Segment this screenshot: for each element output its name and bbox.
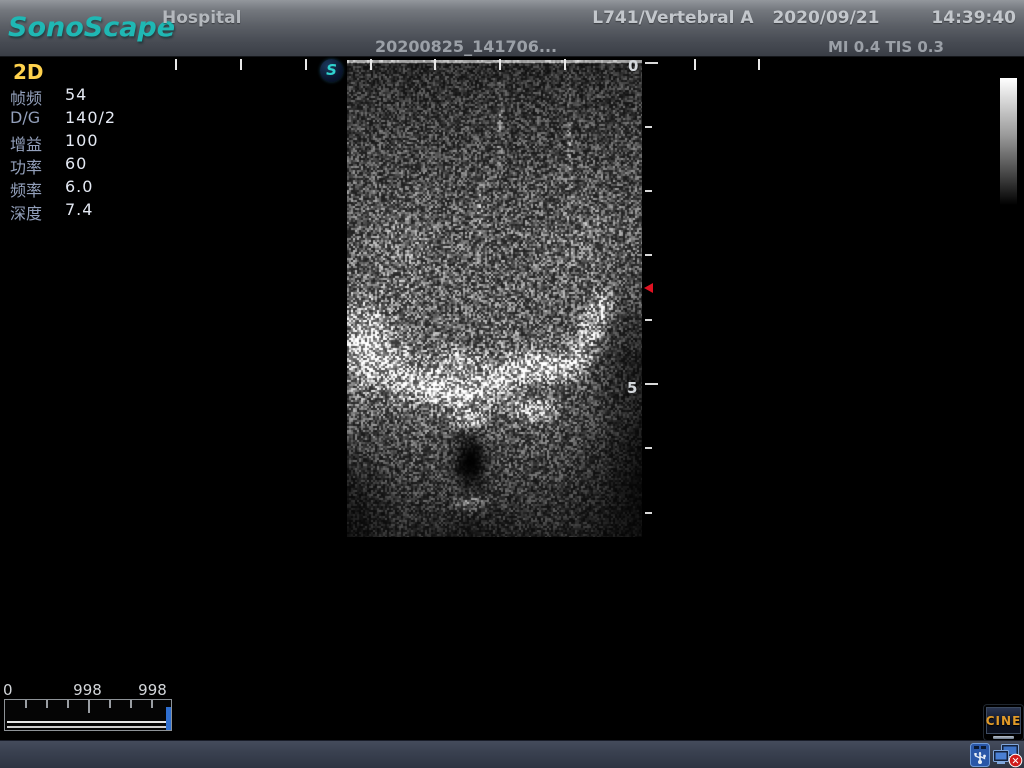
depth-tick [645, 190, 652, 192]
focus-marker-icon [644, 283, 653, 293]
cine-button-screen: CINE [986, 707, 1021, 734]
exam-id: 20200825_141706... [375, 37, 557, 56]
mode-label: 2D [13, 60, 44, 84]
depth-tick [645, 319, 652, 321]
cine-start: 0 [3, 681, 13, 699]
ruler-tick [370, 59, 372, 70]
cine-tick [88, 700, 90, 713]
ruler-tick [694, 59, 696, 70]
exam-date: 2020/09/21 [772, 8, 879, 28]
cine-button[interactable]: CINE [983, 704, 1024, 741]
cine-thumb[interactable] [166, 707, 171, 730]
depth-tick [645, 126, 652, 128]
cine-track [7, 721, 167, 728]
cine-tick [109, 700, 111, 708]
depth-label-0: 0 [628, 57, 638, 75]
header-bar: SonoScape Hospital L741/Vertebral A 2020… [0, 0, 1024, 57]
probe-preset: L741/Vertebral A [592, 8, 753, 28]
ruler-tick [305, 59, 307, 70]
param-depth: 深度 7.4 [10, 200, 160, 223]
ruler-tick [499, 59, 501, 70]
exam-time: 14:39:40 [931, 8, 1016, 28]
param-power: 功率 60 [10, 154, 160, 177]
ruler-tick [175, 59, 177, 70]
cine-total: 998 [134, 681, 171, 699]
depth-tick [645, 512, 652, 514]
taskbar: ✕ [0, 740, 1024, 768]
cine-tick [25, 700, 27, 708]
depth-tick [645, 254, 652, 256]
error-badge-x: ✕ [1012, 756, 1020, 767]
ruler-tick [434, 59, 436, 70]
cine-tick [130, 700, 132, 708]
mi-tis-values: MI 0.4 TIS 0.3 [828, 38, 944, 56]
exam-info: L741/Vertebral A 2020/09/21 14:39:40 [592, 8, 1016, 28]
depth-tick [645, 62, 658, 64]
ruler-tick [758, 59, 760, 70]
ruler-tick [240, 59, 242, 70]
sonoscape-logo: SonoScape [8, 12, 175, 43]
ultrasound-screen: SonoScape Hospital L741/Vertebral A 2020… [0, 0, 1024, 768]
cine-scrollbar[interactable] [4, 699, 172, 731]
ruler-tick [564, 59, 566, 70]
cine-current: 998 [69, 681, 106, 699]
depth-tick [645, 383, 658, 385]
cine-tick [67, 700, 69, 708]
param-dg: D/G 140/2 [10, 108, 160, 131]
param-gain: 增益 100 [10, 131, 160, 154]
depth-label-5: 5 [627, 379, 637, 397]
usb-icon[interactable] [970, 743, 990, 767]
param-frequency: 频率 6.0 [10, 177, 160, 200]
param-framerate: 帧频 54 [10, 85, 160, 108]
depth-tick [645, 447, 652, 449]
cine-tick [46, 700, 48, 708]
grayscale-bar [1000, 78, 1017, 205]
cine-tick [151, 700, 153, 708]
hospital-name: Hospital [162, 8, 241, 28]
ultrasound-image [347, 60, 642, 537]
network-error-icon[interactable]: ✕ [993, 744, 1023, 768]
sonoscape-s-icon: S [320, 59, 343, 82]
